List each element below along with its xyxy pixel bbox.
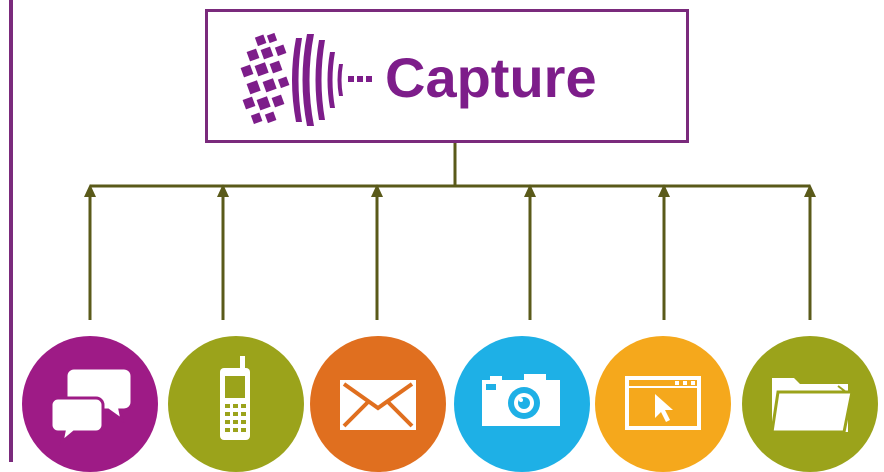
folder-icon [742,336,878,472]
mobile-phone-icon [168,336,304,472]
envelope-icon [310,336,446,472]
chat-bubbles-icon [22,336,158,472]
channel-folder [742,336,878,472]
camera-icon [454,336,590,472]
channel-email [310,336,446,472]
browser-window-icon [595,336,731,472]
channel-web [595,336,731,472]
channel-phone [168,336,304,472]
channel-chat [22,336,158,472]
channel-camera [454,336,590,472]
